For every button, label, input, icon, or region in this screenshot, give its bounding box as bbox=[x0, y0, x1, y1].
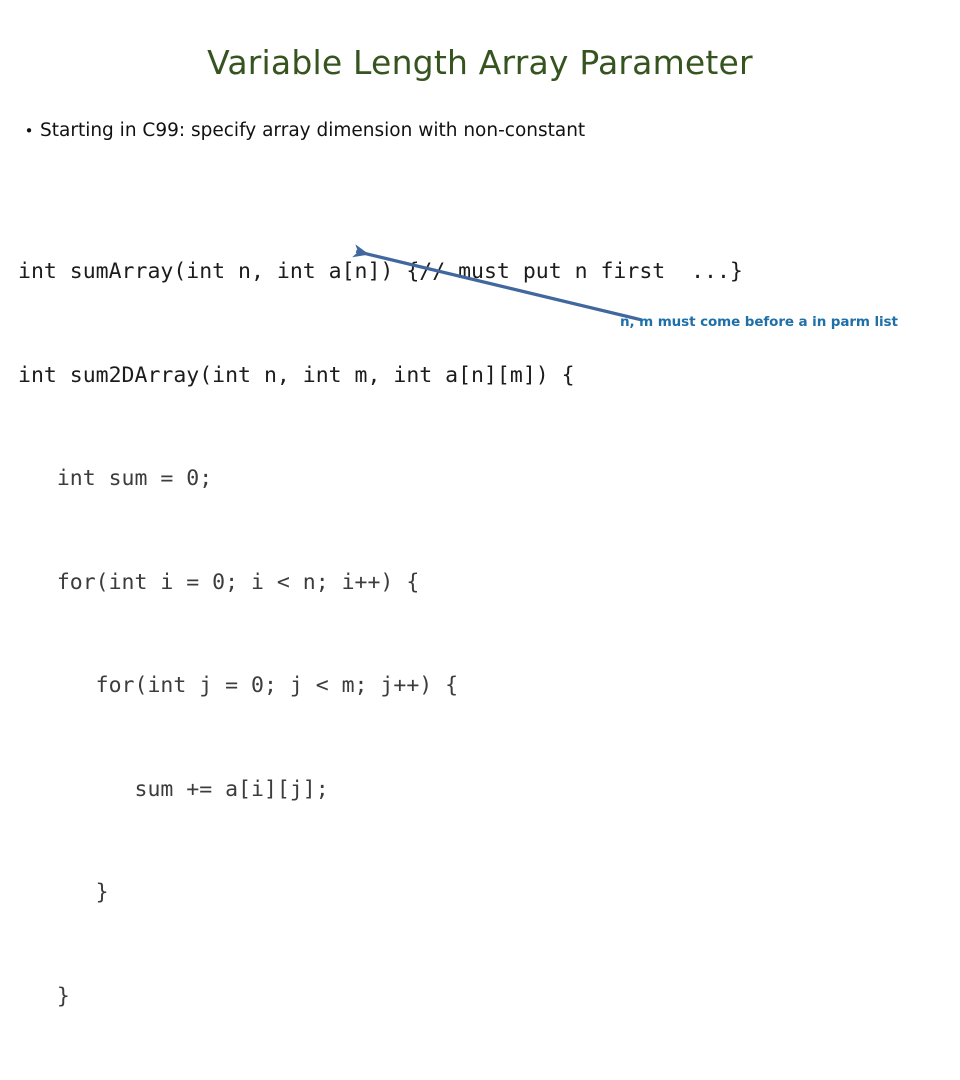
bullet-point-icon: • bbox=[24, 122, 34, 140]
page-title: Variable Length Array Parameter bbox=[207, 43, 753, 82]
code-line-7: } bbox=[18, 880, 109, 905]
code-block: int sumArray(int n, int a[n]) {// must p… bbox=[18, 186, 948, 1080]
code-line-4: for(int i = 0; i < n; i++) { bbox=[18, 569, 420, 595]
code-line-6: sum += a[i][j]; bbox=[18, 776, 329, 802]
code-line-5: for(int j = 0; j < m; j++) { bbox=[18, 673, 459, 698]
list-item: • Starting in C99: specify array dimensi… bbox=[18, 118, 918, 144]
bullet-list: • Starting in C99: specify array dimensi… bbox=[18, 118, 918, 144]
slide-canvas: Variable Length Array Parameter • Starti… bbox=[0, 0, 960, 1009]
code-line-8: } bbox=[18, 983, 70, 1009]
bullet-item-label: Starting in C99: specify array dimension… bbox=[40, 120, 586, 141]
code-line-1: int sumArray(int n, int a[n]) {// must p… bbox=[18, 259, 743, 284]
code-line-3: int sum = 0; bbox=[18, 466, 213, 491]
code-line-2: int sum2DArray(int n, int m, int a[n][m]… bbox=[18, 362, 575, 388]
